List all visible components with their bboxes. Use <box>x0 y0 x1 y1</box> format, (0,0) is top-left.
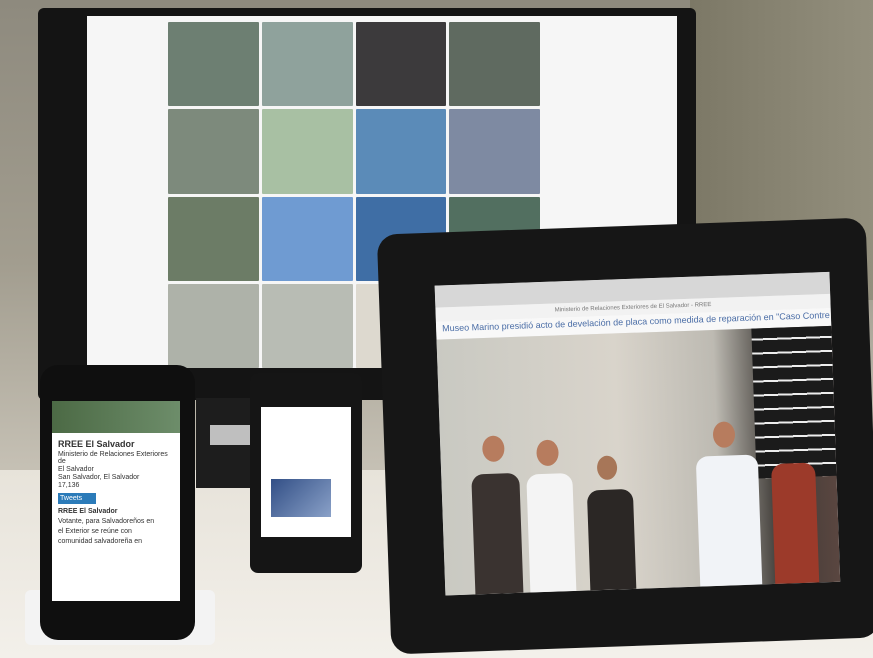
tablet-screen: Ministerio de Relaciones Exteriores de E… <box>434 271 841 596</box>
person <box>586 488 637 591</box>
account-name: RREE El Salvador <box>58 439 135 449</box>
person <box>771 462 820 584</box>
person <box>526 472 577 593</box>
person <box>471 472 524 595</box>
photo-tile[interactable] <box>261 196 353 281</box>
article-photo <box>436 325 841 596</box>
tablet: Ministerio de Relaciones Exteriores de E… <box>376 217 873 655</box>
photo-tile[interactable] <box>355 22 447 107</box>
tweet-author: RREE El Salvador <box>58 508 118 515</box>
phone-left: RREE El Salvador Ministerio de Relacione… <box>40 365 195 640</box>
photo-tile[interactable] <box>168 283 259 368</box>
location: San Salvador, El Salvador <box>58 474 140 481</box>
person-head <box>596 455 618 481</box>
photo-tile[interactable] <box>168 22 259 107</box>
brick-wall <box>751 325 837 479</box>
phone-middle <box>250 373 362 573</box>
photo-tile[interactable] <box>261 109 353 194</box>
photo-tile[interactable] <box>449 109 540 194</box>
person-head <box>481 435 505 463</box>
photo-tile[interactable] <box>261 22 353 107</box>
profile-cover <box>52 401 180 433</box>
stat: 17,136 <box>58 482 80 489</box>
photo-tile[interactable] <box>449 22 540 107</box>
person <box>695 454 763 587</box>
stand-label <box>210 425 254 445</box>
photo-tile[interactable] <box>168 109 259 194</box>
person-head <box>712 421 736 449</box>
phone-middle-screen <box>261 407 351 537</box>
bio-line: Ministerio de Relaciones Exteriores de <box>58 451 168 465</box>
phone-left-screen: RREE El Salvador Ministerio de Relacione… <box>52 401 180 601</box>
tab-tweets[interactable]: Tweets <box>58 493 96 504</box>
tweet-line: Votante, para Salvadoreños en <box>58 518 155 525</box>
photo-tile[interactable] <box>355 109 447 194</box>
photo-tile[interactable] <box>168 196 259 281</box>
bio-line: El Salvador <box>58 466 94 473</box>
tweet-line: el Exterior se reúne con <box>58 528 132 535</box>
person-head <box>536 439 559 467</box>
article-image <box>271 479 331 517</box>
tweet-line: comunidad salvadoreña en <box>58 538 143 545</box>
photo-tile[interactable] <box>261 283 353 368</box>
